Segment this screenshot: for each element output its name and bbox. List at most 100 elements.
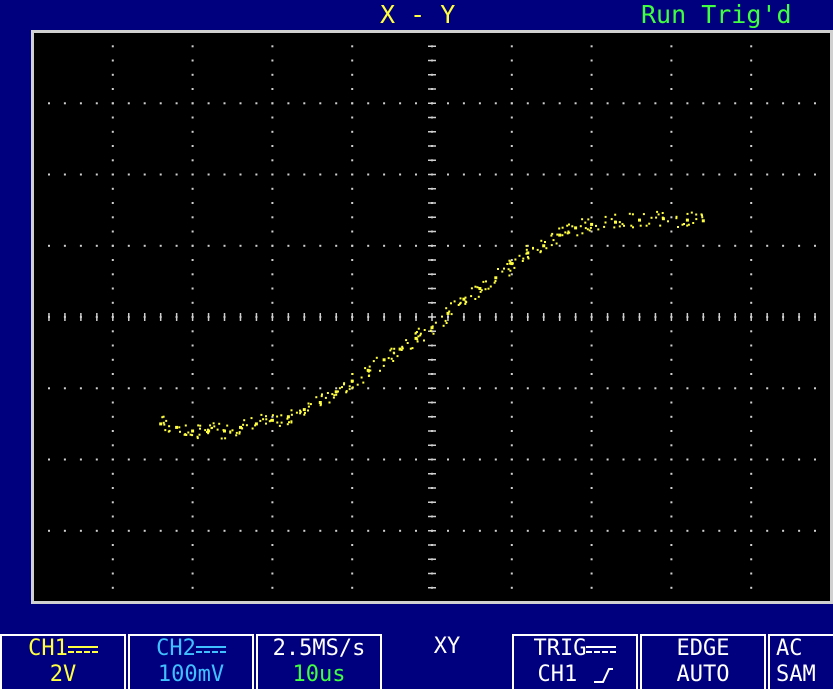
trace-sample: [295, 411, 298, 414]
trace-sample: [162, 421, 165, 424]
grid-dot: [494, 387, 497, 390]
grid-dot: [686, 387, 689, 390]
trace-sample: [265, 415, 267, 418]
grid-dot: [654, 244, 657, 247]
trace-sample: [393, 347, 396, 350]
trace-sample: [326, 392, 329, 394]
grid-dot: [510, 45, 513, 48]
grid-dot: [175, 387, 178, 390]
trace-sample: [522, 257, 525, 260]
grid-dot: [335, 387, 338, 390]
grid-dot: [351, 116, 354, 119]
grid-dot: [271, 173, 274, 176]
grid-dot: [798, 387, 801, 390]
time-per-div: 10us: [292, 662, 346, 687]
grid-dot: [814, 173, 816, 176]
grid-dot: [351, 358, 354, 361]
trace-sample: [280, 421, 283, 424]
trace-sample: [566, 232, 569, 235]
grid-dot: [670, 529, 673, 532]
mode-box[interactable]: XY: [384, 634, 510, 689]
trace-sample: [474, 298, 477, 300]
grid-dot: [686, 173, 689, 176]
grid-dot: [111, 586, 114, 589]
trace-sample: [411, 347, 414, 350]
grid-dot: [191, 558, 194, 561]
grid-dot: [255, 102, 258, 105]
trace-sample: [566, 224, 569, 227]
grid-dot: [111, 173, 114, 176]
ch2-volts-per-div: 100mV: [157, 662, 225, 687]
trace-sample: [321, 393, 323, 396]
grid-dot: [351, 216, 354, 219]
grid-dot: [686, 102, 689, 105]
trace-sample: [389, 349, 392, 352]
grid-dot: [542, 529, 545, 532]
trace-sample: [568, 223, 570, 226]
grid-dot: [622, 529, 625, 532]
grid-dot: [383, 102, 386, 105]
grid-dot: [191, 273, 194, 276]
grid-dot: [191, 130, 194, 133]
grid-dot: [111, 430, 114, 432]
grid-dot: [319, 102, 322, 105]
grid-dot: [111, 301, 114, 304]
acquisition-box[interactable]: AC SAM: [768, 634, 833, 689]
grid-dot: [510, 59, 513, 62]
trace-sample: [474, 285, 477, 288]
trace-sample: [692, 222, 695, 224]
trace-sample: [655, 216, 658, 219]
grid-dot: [750, 202, 753, 204]
trace-sample: [539, 250, 542, 253]
grid-dot: [750, 387, 753, 390]
grid-dot: [63, 102, 66, 105]
grid-dot: [271, 458, 274, 461]
grid-dot: [351, 501, 354, 504]
grid-dot: [670, 187, 673, 190]
grid-dot: [750, 244, 753, 247]
grid-dot: [111, 387, 114, 390]
trace-point: [318, 401, 322, 404]
grid-dot: [590, 415, 593, 418]
trace-sample: [392, 360, 395, 362]
trace-sample: [368, 374, 371, 377]
trace-sample: [470, 295, 473, 298]
grid-dot: [111, 544, 114, 546]
grid-dot: [223, 102, 226, 105]
grid-dot: [191, 159, 194, 162]
grid-dot: [271, 586, 274, 589]
trace-sample: [351, 380, 354, 383]
dc-coupling-icon: [195, 644, 226, 654]
grid-dot: [271, 572, 274, 575]
trace-point: [526, 251, 530, 255]
grid-dot: [175, 529, 178, 532]
trace-point: [254, 422, 258, 426]
grid-dot: [255, 244, 258, 247]
grid-dot: [303, 244, 306, 247]
grid-dot: [638, 458, 641, 461]
trigger-mode-box[interactable]: EDGE AUTO: [640, 634, 766, 689]
ch1-scale-box[interactable]: CH1 2V: [0, 634, 126, 689]
trace-sample: [661, 212, 664, 214]
grid-dot: [670, 273, 673, 276]
grid-dot: [335, 244, 338, 247]
grid-dot: [686, 458, 689, 461]
ch2-scale-box[interactable]: CH2 100mV: [128, 634, 254, 689]
grid-dot: [319, 529, 322, 532]
trace-sample: [686, 212, 689, 215]
trace-point: [382, 358, 386, 362]
acquisition-coupling: AC: [776, 636, 803, 661]
grid-dot: [590, 544, 593, 546]
trace-sample: [332, 396, 335, 399]
grid-dot: [638, 102, 641, 105]
trace-sample: [506, 263, 509, 265]
grid-dot: [670, 116, 673, 119]
grid-dot: [367, 529, 370, 532]
grid-dot: [590, 558, 593, 561]
trigger-box[interactable]: TRIG CH1: [512, 634, 638, 689]
grid-dot: [702, 244, 705, 247]
timebase-box[interactable]: 2.5MS/s 10us: [256, 634, 382, 689]
grid-dot: [526, 173, 529, 176]
grid-dot: [670, 45, 673, 48]
trace-sample: [610, 218, 613, 221]
